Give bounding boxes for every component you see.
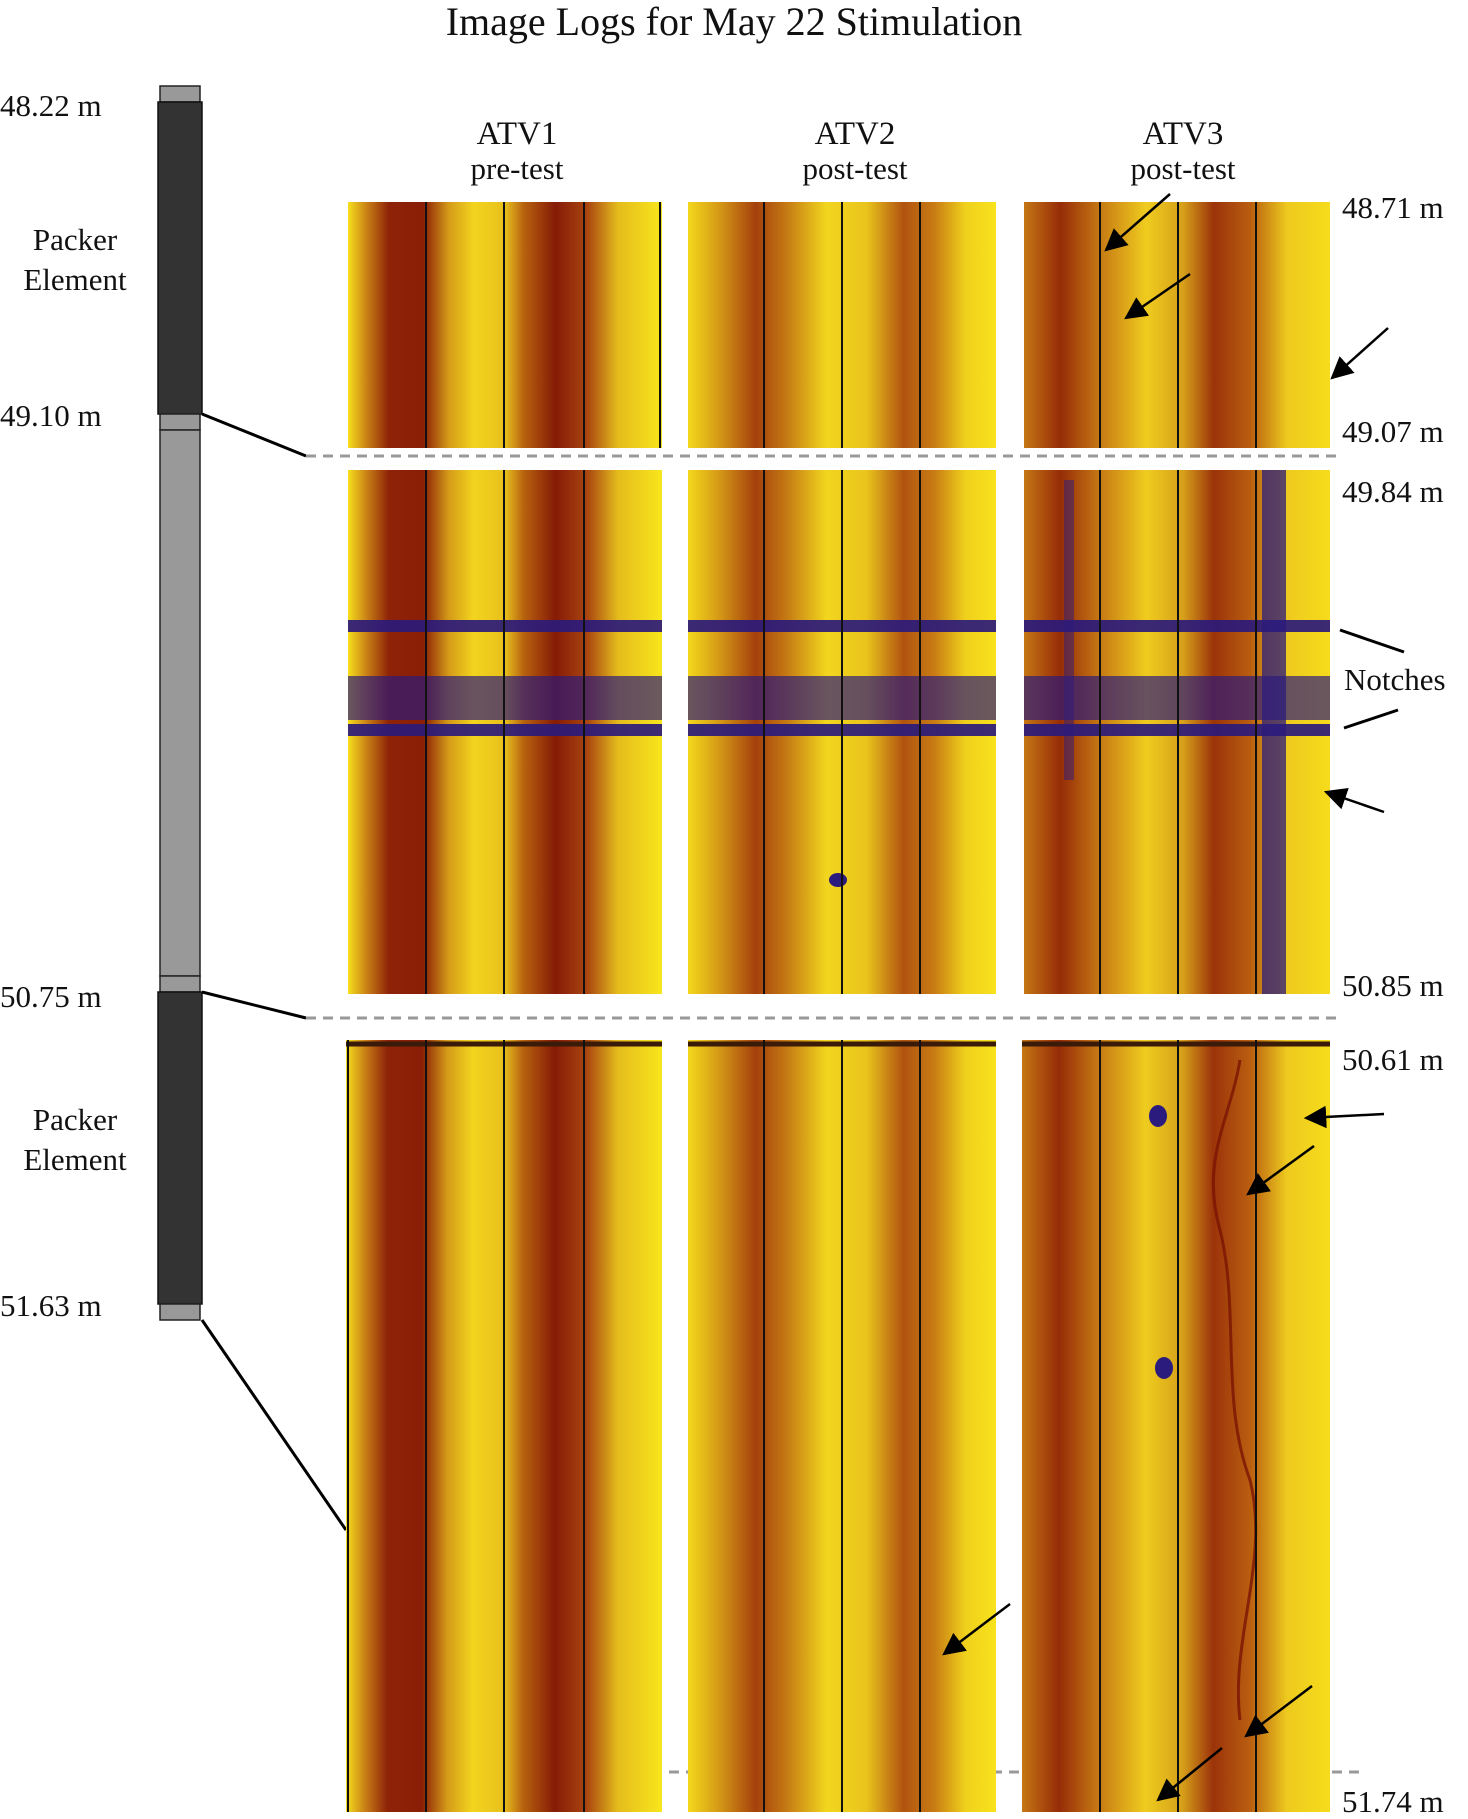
lower-logs <box>346 873 1330 1812</box>
packer-label-upper-line1: Packer <box>32 222 118 257</box>
packer-label-upper: Packer Element <box>0 220 150 301</box>
log-depth-upper-top: 48.71 m <box>1342 190 1444 225</box>
column-state-atv3: post-test <box>1130 151 1236 186</box>
depth-connectors <box>200 412 348 1531</box>
packer-label-lower-line1: Packer <box>32 1102 118 1137</box>
packer-label-upper-line2: Element <box>23 262 127 298</box>
figure-artwork <box>157 85 1405 1812</box>
atv3-lower <box>1022 1040 1330 1812</box>
packer-element-upper <box>157 101 203 415</box>
notches-label: Notches <box>1344 662 1446 697</box>
packer-label-lower-line2: Element <box>23 1142 127 1178</box>
packer-label-lower: Packer Element <box>0 1100 150 1181</box>
depth-packer-bottom: 51.63 m <box>0 1288 102 1323</box>
packer-cap-top <box>159 85 201 103</box>
log-depth-upper-bottom: 49.07 m <box>1342 414 1444 449</box>
packer-element-lower <box>157 991 203 1305</box>
packer-cap-bottom <box>159 1303 201 1321</box>
log-depth-lower-bottom: 51.74 m <box>1342 1784 1444 1819</box>
packer-cap-mid1 <box>159 413 201 431</box>
packer-cap-mid2 <box>159 975 201 993</box>
column-header-atv3: ATV3 post-test <box>1048 116 1318 186</box>
middle-logs <box>348 470 1330 994</box>
depth-interval-top: 49.10 m <box>0 398 102 433</box>
column-header-atv2: ATV2 post-test <box>720 116 990 186</box>
column-name-atv1: ATV1 <box>476 116 558 152</box>
depth-interval-bottom: 50.75 m <box>0 979 102 1014</box>
depth-packer-top: 48.22 m <box>0 88 102 123</box>
packer-diagram <box>157 85 203 1321</box>
interval-section <box>159 429 201 977</box>
log-depth-middle-bottom: 50.85 m <box>1342 968 1444 1003</box>
column-state-atv1: pre-test <box>470 151 564 186</box>
upper-logs <box>348 202 1330 448</box>
column-header-atv1: ATV1 pre-test <box>382 116 652 186</box>
column-name-atv3: ATV3 <box>1142 116 1224 152</box>
log-depth-lower-top: 50.61 m <box>1342 1042 1444 1077</box>
atv3-damage-zone <box>1262 470 1286 994</box>
column-name-atv2: ATV2 <box>814 116 896 152</box>
column-state-atv2: post-test <box>802 151 908 186</box>
log-depth-middle-top: 49.84 m <box>1342 474 1444 509</box>
